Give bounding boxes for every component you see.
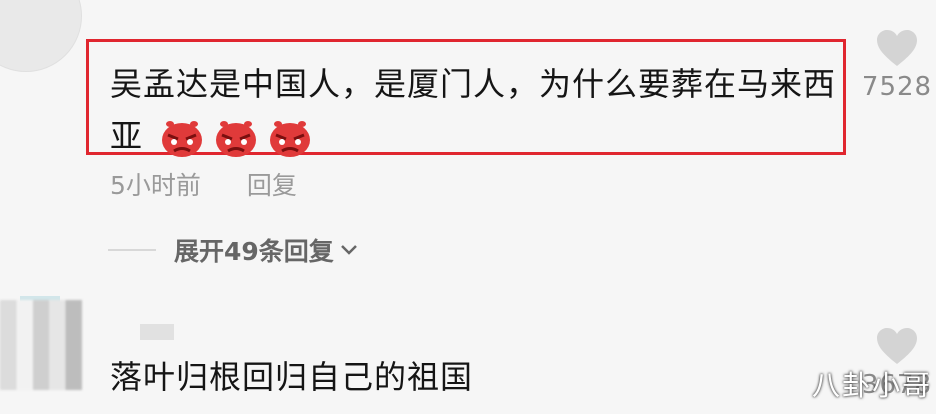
avatar[interactable]	[0, 300, 82, 390]
heart-icon[interactable]	[875, 28, 919, 68]
angry-face-icon	[216, 121, 257, 157]
timestamp: 5小时前	[110, 171, 201, 200]
comment-body: 落叶归根回归自己的祖国	[110, 358, 474, 396]
comment-meta: 5小时前 回复	[110, 166, 297, 202]
angry-face-icon	[162, 121, 203, 157]
like-count: 7528	[861, 72, 933, 102]
emoji-row	[158, 118, 314, 158]
expand-replies-label: 展开49条回复	[174, 237, 334, 266]
avatar[interactable]	[0, 0, 82, 72]
chevron-down-icon	[340, 245, 357, 255]
comment-text: 吴孟达是中国人，是厦门人，为什么要葬在马来西亚	[110, 58, 840, 162]
heart-icon[interactable]	[875, 326, 919, 366]
divider	[108, 249, 156, 251]
like-button[interactable]: 7528	[852, 28, 936, 102]
watermark: 八卦小哥	[812, 369, 933, 402]
expand-replies-button[interactable]: 展开49条回复	[108, 232, 358, 268]
angry-face-icon	[270, 121, 311, 157]
username-redacted	[140, 324, 174, 340]
reply-button[interactable]: 回复	[247, 171, 297, 200]
